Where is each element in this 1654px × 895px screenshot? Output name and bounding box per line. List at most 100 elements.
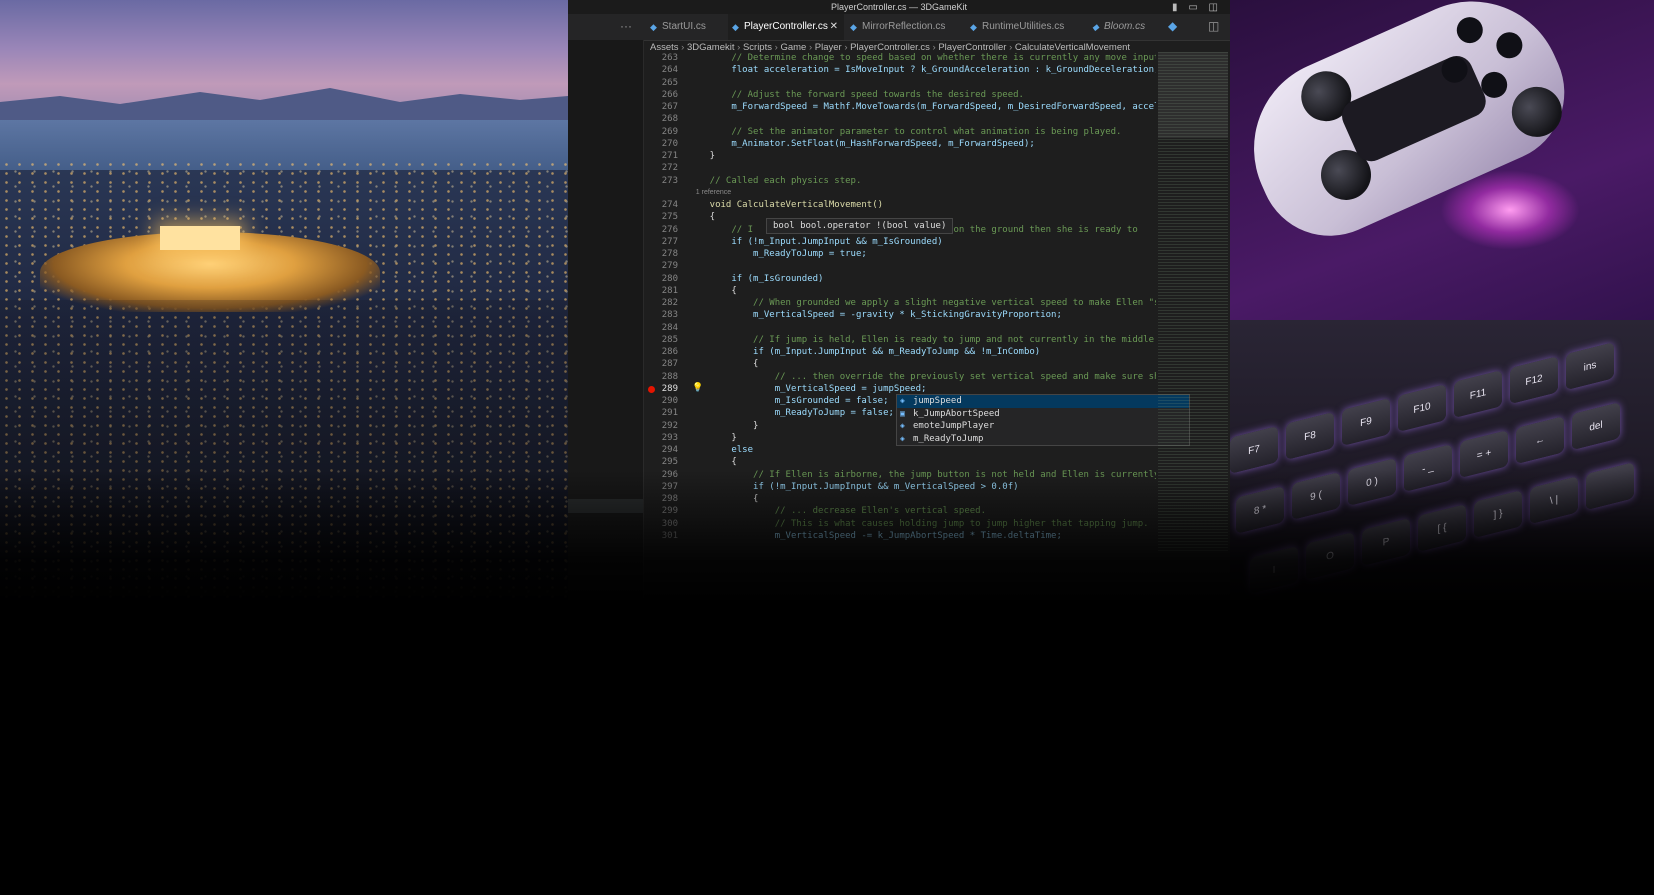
code-line: // Called each physics step. [688, 175, 862, 186]
keyboard-key: 8 * [1236, 485, 1284, 534]
keyboard-key: F10 [1398, 384, 1446, 432]
code-line: void CalculateVerticalMovement() [688, 200, 884, 210]
code-editor: PlayerController.cs — 3DGameKit ▮ ▭ ◫ ··… [568, 0, 1230, 600]
tab-label: MirrorReflection.cs [862, 21, 946, 32]
variable-icon: ◈ [900, 433, 905, 443]
line-number: 279 [661, 261, 678, 272]
tab-mirrorreflection[interactable]: ◆ MirrorReflection.cs [846, 14, 962, 40]
code-line: { [688, 494, 759, 504]
suggestion-item[interactable]: ◈ m_ReadyToJump [897, 433, 1189, 446]
code-area[interactable]: // Determine change to speed based on wh… [688, 52, 1156, 542]
suggestion-item[interactable]: ◈ emoteJumpPlayer [897, 420, 1189, 433]
code-line: // When grounded we apply a slight negat… [688, 298, 1156, 308]
keyboard-key: O [1306, 531, 1354, 580]
line-number: 301 [661, 530, 678, 541]
line-number: 274 [661, 200, 678, 210]
lightbulb-icon[interactable]: 💡 [692, 382, 703, 393]
line-number: 281 [661, 285, 678, 296]
keyboard-key: del [1572, 402, 1620, 451]
csharp-file-icon: ◆ [970, 22, 977, 32]
code-line: if (!m_Input.JumpInput && m_VerticalSpee… [688, 481, 1019, 492]
line-number: 294 [661, 445, 678, 455]
keyboard-key: P [1362, 517, 1410, 566]
athens-photo [0, 0, 568, 600]
line-number: 298 [661, 494, 678, 504]
code-line: // This is what causes holding jump to j… [688, 518, 1149, 529]
code-line: // ... decrease Ellen's vertical speed. [688, 506, 987, 517]
keyboard-key: F8 [1286, 411, 1334, 460]
gaming-photo: F7 F8 F9 F10 F11 F12 ins 8 * 9 (0 ) - _ = + ← del I… [1230, 0, 1654, 600]
line-number: 285 [661, 334, 678, 345]
gamepad [1230, 0, 1624, 326]
code-line: float acceleration = IsMoveInput ? k_Gro… [688, 65, 1156, 76]
backlit-keyboard: F7 F8 F9 F10 F11 F12 ins 8 * 9 (0 ) - _ = + ← del I… [1230, 320, 1654, 600]
code-line: m_Animator.SetFloat(m_HashForwardSpeed, … [688, 138, 1035, 149]
parthenon [160, 226, 240, 250]
line-number: 277 [661, 236, 678, 247]
line-number: 282 [661, 298, 678, 308]
codelens-reference[interactable]: 1 reference [688, 187, 1156, 199]
csharp-file-icon: ◆ [850, 22, 857, 32]
code-line: m_VerticalSpeed -= k_JumpAbortSpeed * Ti… [688, 530, 1062, 541]
foreground-buildings [0, 300, 568, 600]
code-line: { [688, 457, 737, 468]
keyboard-key: F7 [1230, 425, 1278, 474]
line-number: 275 [661, 212, 678, 223]
code-line: m_ReadyToJump = true; [688, 249, 867, 259]
line-number: 293 [661, 432, 678, 443]
line-number: 276 [661, 224, 678, 235]
tab-playercontroller[interactable]: ◆ PlayerController.cs ✕ [728, 14, 844, 40]
tab-startui[interactable]: ◆ StartUI.cs [646, 14, 726, 40]
code-line: m_VerticalSpeed = -gravity * k_StickingG… [688, 310, 1062, 321]
keyboard-key: 9 ( [1292, 471, 1340, 520]
code-line: m_ForwardSpeed = Mathf.MoveTowards(m_For… [688, 102, 1156, 112]
line-number: 287 [661, 359, 678, 370]
tab-label: Bloom.cs [1104, 21, 1146, 32]
suggestion-label: k_JumpAbortSpeed [913, 408, 1000, 419]
keyboard-key: F9 [1342, 397, 1390, 446]
keyboard-key: I [1250, 545, 1298, 594]
minimap-slider[interactable] [1158, 52, 1228, 138]
line-number [644, 187, 684, 199]
split-editor-icon[interactable]: ◫ [1208, 19, 1219, 33]
window-title: PlayerController.cs — 3DGameKit [830, 2, 968, 12]
selected-file-row[interactable] [568, 499, 643, 513]
code-line: { [688, 285, 737, 296]
tab-bar: ··· ◆ StartUI.cs ◆ PlayerController.cs ✕… [568, 14, 1230, 41]
code-line: if (!m_Input.JumpInput && m_IsGrounded) [688, 236, 943, 247]
line-number: 288 [661, 371, 678, 382]
line-number: 300 [661, 518, 678, 529]
code-line: if (m_Input.JumpInput && m_ReadyToJump &… [688, 347, 1041, 357]
line-number: 284 [661, 322, 678, 333]
tab-bloom[interactable]: ◆ Bloom.cs [1088, 14, 1158, 40]
line-number: 299 [661, 506, 678, 517]
line-number: 278 [661, 249, 678, 259]
line-number: 269 [661, 126, 678, 137]
line-number: 283 [661, 310, 678, 321]
layout-icons[interactable]: ▮ ▭ ◫ [1172, 1, 1222, 15]
tab-runtimeutilities[interactable]: ◆ RuntimeUtilities.cs [966, 14, 1084, 40]
variable-icon: ◈ [900, 421, 905, 430]
line-number: 266 [661, 89, 678, 100]
suggestion-label: m_ReadyToJump [913, 433, 984, 444]
close-icon[interactable]: ✕ [830, 14, 838, 40]
more-icon[interactable]: ··· [620, 19, 632, 33]
hover-tooltip: bool bool.operator !(bool value) [766, 218, 954, 234]
keyboard-key: = + [1460, 430, 1508, 479]
breakpoint-icon[interactable] [648, 386, 655, 393]
autocomplete-list[interactable]: ◈ jumpSpeed ▣ k_JumpAbortSpeed ◈ emoteJumpPla… [896, 394, 1190, 446]
line-number: 290 [661, 396, 678, 406]
code-line: // ... then override the previously set … [688, 371, 1156, 382]
line-number: 297 [661, 481, 678, 492]
csharp-file-icon: ◆ [650, 22, 657, 32]
suggestion-item[interactable]: ▣ k_JumpAbortSpeed [897, 408, 1189, 421]
line-number: 265 [661, 77, 678, 88]
suggestion-item[interactable]: ◈ jumpSpeed [897, 395, 1189, 408]
tab-label: PlayerController.cs [744, 21, 828, 32]
code-line: // Adjust the forward speed towards the … [688, 89, 1024, 100]
code-line: if (m_IsGrounded) [688, 273, 824, 284]
line-number: 286 [661, 347, 678, 357]
